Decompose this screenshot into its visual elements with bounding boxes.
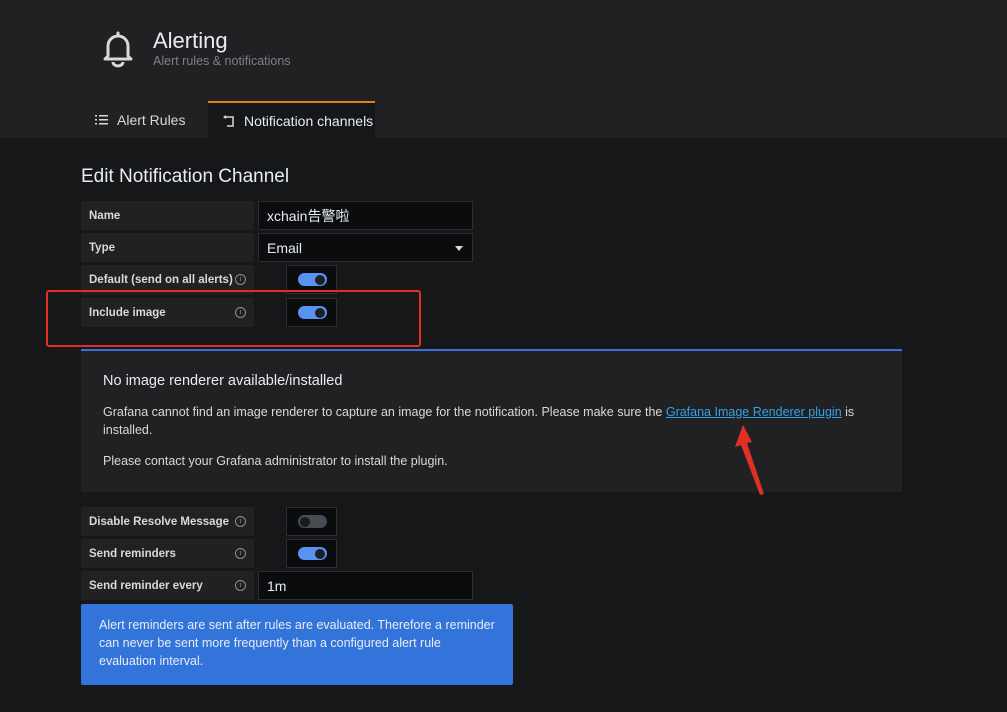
renderer-alert: No image renderer available/installed Gr…	[81, 349, 902, 492]
info-icon[interactable]: i	[235, 580, 246, 591]
name-input[interactable]: xchain告警啦	[258, 201, 473, 230]
type-value: Email	[267, 239, 303, 256]
highlight-annotation	[46, 290, 421, 347]
default-toggle[interactable]	[298, 273, 327, 286]
disable-resolve-label: Disable Resolve Message i	[81, 507, 254, 536]
tab-notification-channels[interactable]: Notification channels	[208, 101, 375, 138]
tab-alert-rules[interactable]: Alert Rules	[95, 101, 185, 138]
reminder-info-box: Alert reminders are sent after rules are…	[81, 604, 513, 685]
page-header: Alerting Alert rules & notifications Ale…	[0, 0, 1007, 138]
disable-resolve-toggle[interactable]	[298, 515, 327, 528]
send-reminders-toggle-box	[286, 539, 337, 568]
bell-icon	[103, 31, 133, 68]
section-heading: Edit Notification Channel	[81, 166, 290, 187]
channel-icon	[223, 115, 234, 127]
tab-label: Alert Rules	[117, 111, 186, 128]
name-label: Name	[81, 201, 254, 230]
alert-title: No image renderer available/installed	[103, 373, 343, 389]
page-title: Alerting	[153, 28, 228, 53]
tab-label: Notification channels	[244, 112, 374, 129]
list-icon	[95, 114, 108, 124]
caret-down-icon	[455, 246, 463, 251]
info-icon[interactable]: i	[235, 274, 246, 285]
type-select[interactable]: Email	[258, 233, 473, 262]
reminder-every-label: Send reminder every i	[81, 571, 254, 600]
type-label: Type	[81, 233, 254, 262]
page-subtitle: Alert rules & notifications	[153, 54, 291, 68]
info-icon[interactable]: i	[235, 516, 246, 527]
send-reminders-label: Send reminders i	[81, 539, 254, 568]
annotation-arrow-icon	[735, 425, 764, 495]
send-reminders-toggle[interactable]	[298, 547, 327, 560]
alert-contact: Please contact your Grafana administrato…	[103, 454, 448, 468]
disable-resolve-toggle-box	[286, 507, 337, 536]
reminder-every-input[interactable]: 1m	[258, 571, 473, 600]
renderer-plugin-link[interactable]: Grafana Image Renderer plugin	[666, 405, 842, 419]
info-icon[interactable]: i	[235, 548, 246, 559]
